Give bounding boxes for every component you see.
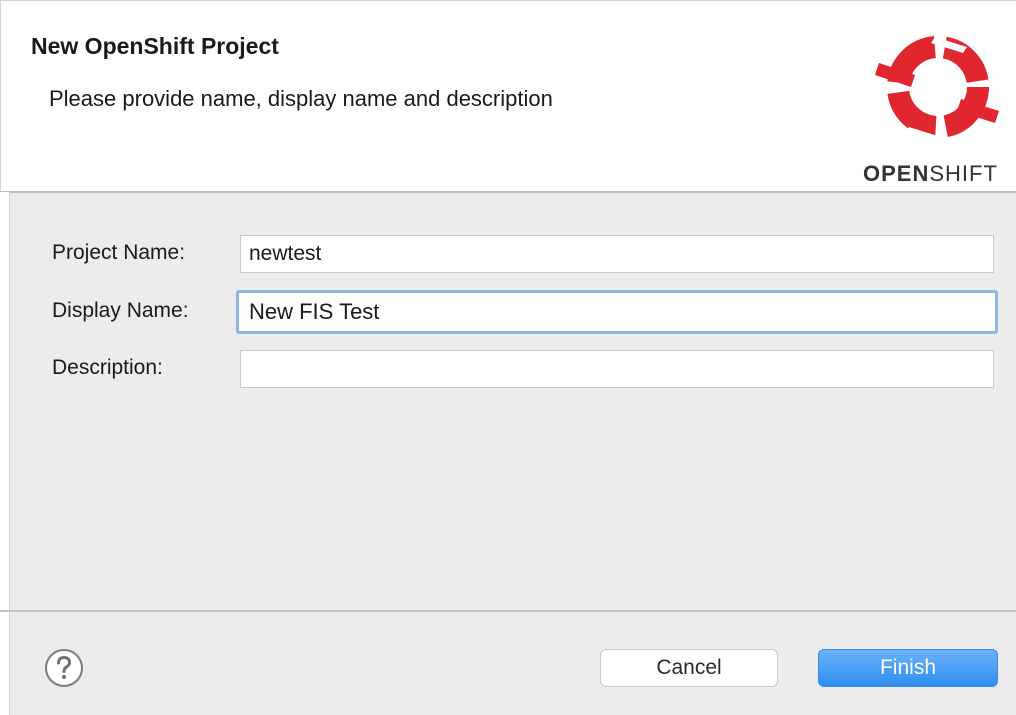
header-divider [0, 191, 1016, 193]
description-field[interactable] [240, 350, 994, 388]
question-mark-circle-icon[interactable] [44, 648, 84, 688]
description-label: Description: [52, 356, 163, 379]
display-name-field[interactable] [236, 290, 998, 334]
cancel-button[interactable]: Cancel [600, 649, 778, 687]
openshift-logo-icon [875, 36, 999, 143]
finish-button[interactable]: Finish [818, 649, 998, 687]
dialog-subtitle: Please provide name, display name and de… [49, 86, 553, 111]
openshift-wordmark: OPENSHIFT [863, 161, 998, 186]
footer-divider [0, 610, 1016, 612]
left-border [0, 192, 10, 715]
new-openshift-project-dialog: New OpenShift Project Please provide nam… [0, 0, 1016, 715]
project-name-label: Project Name: [52, 241, 186, 264]
project-name-field[interactable] [240, 235, 994, 273]
dialog-title: New OpenShift Project [31, 33, 279, 59]
display-name-label: Display Name: [52, 299, 189, 322]
wizard-header: New OpenShift Project Please provide nam… [0, 0, 1016, 192]
